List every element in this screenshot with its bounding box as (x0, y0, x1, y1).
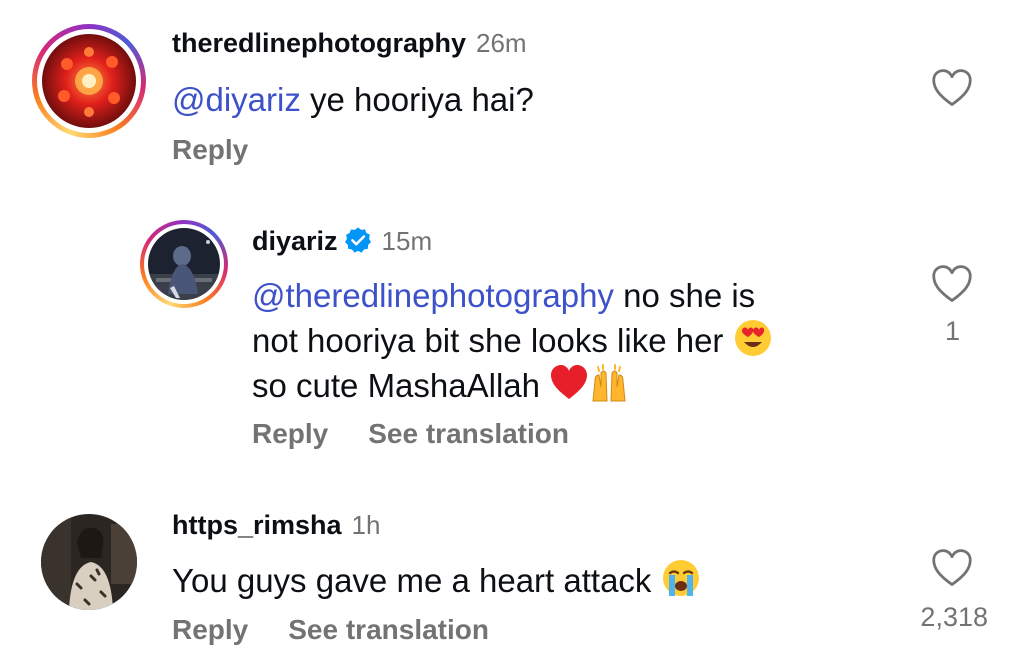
comment-header: diyariz 15m (252, 226, 432, 257)
comment-item: https_rimsha 1h You guys gave me a heart … (0, 490, 1024, 664)
mention-link[interactable]: @theredlinephotography (252, 277, 614, 314)
raising-hands-emoji (592, 364, 626, 402)
comment-text: @diyariz ye hooriya hai? (172, 81, 534, 118)
avatar-story-ring[interactable] (140, 220, 228, 308)
timestamp: 26m (476, 28, 527, 58)
avatar[interactable] (41, 514, 137, 610)
comment-header: https_rimsha 1h (172, 510, 380, 541)
reply-button[interactable]: Reply (252, 418, 328, 449)
red-heart-emoji (551, 365, 588, 399)
verified-badge-icon (344, 227, 371, 253)
comment-text: You guys gave me a heart attack (172, 558, 701, 603)
username[interactable]: diyariz (252, 226, 338, 256)
reply-comment-item: diyariz 15m @theredlinephotography no sh… (0, 200, 1024, 470)
avatar-story-ring[interactable] (32, 24, 146, 138)
comments-thread: theredlinephotography 26m @diyariz ye hoo… (0, 0, 1024, 664)
comment-header: theredlinephotography 26m (172, 28, 527, 59)
heart-outline-icon[interactable] (931, 548, 973, 588)
comment-actions: Reply See translation (172, 614, 529, 646)
username[interactable]: theredlinephotography (172, 28, 466, 58)
mention-link[interactable]: @diyariz (172, 81, 301, 118)
heart-outline-icon[interactable] (931, 68, 973, 108)
reply-button[interactable]: Reply (172, 614, 248, 645)
avatar (148, 228, 220, 300)
comment-actions: Reply (172, 134, 288, 166)
avatar (42, 34, 136, 128)
see-translation-button[interactable]: See translation (368, 418, 569, 449)
comment-text: @theredlinephotography no she is not hoo… (252, 274, 892, 408)
like-count[interactable]: 1 (860, 316, 960, 347)
timestamp: 1h (351, 510, 381, 540)
comment-item: theredlinephotography 26m @diyariz ye hoo… (0, 0, 1024, 190)
timestamp: 15m (381, 226, 433, 256)
loudly-crying-emoji (662, 560, 699, 596)
see-translation-button[interactable]: See translation (288, 614, 489, 645)
heart-eyes-emoji (734, 320, 771, 356)
reply-button[interactable]: Reply (172, 134, 248, 165)
username[interactable]: https_rimsha (172, 510, 342, 540)
like-count[interactable]: 2,318 (888, 602, 988, 633)
comment-actions: Reply See translation (252, 418, 609, 450)
heart-outline-icon[interactable] (931, 264, 973, 304)
